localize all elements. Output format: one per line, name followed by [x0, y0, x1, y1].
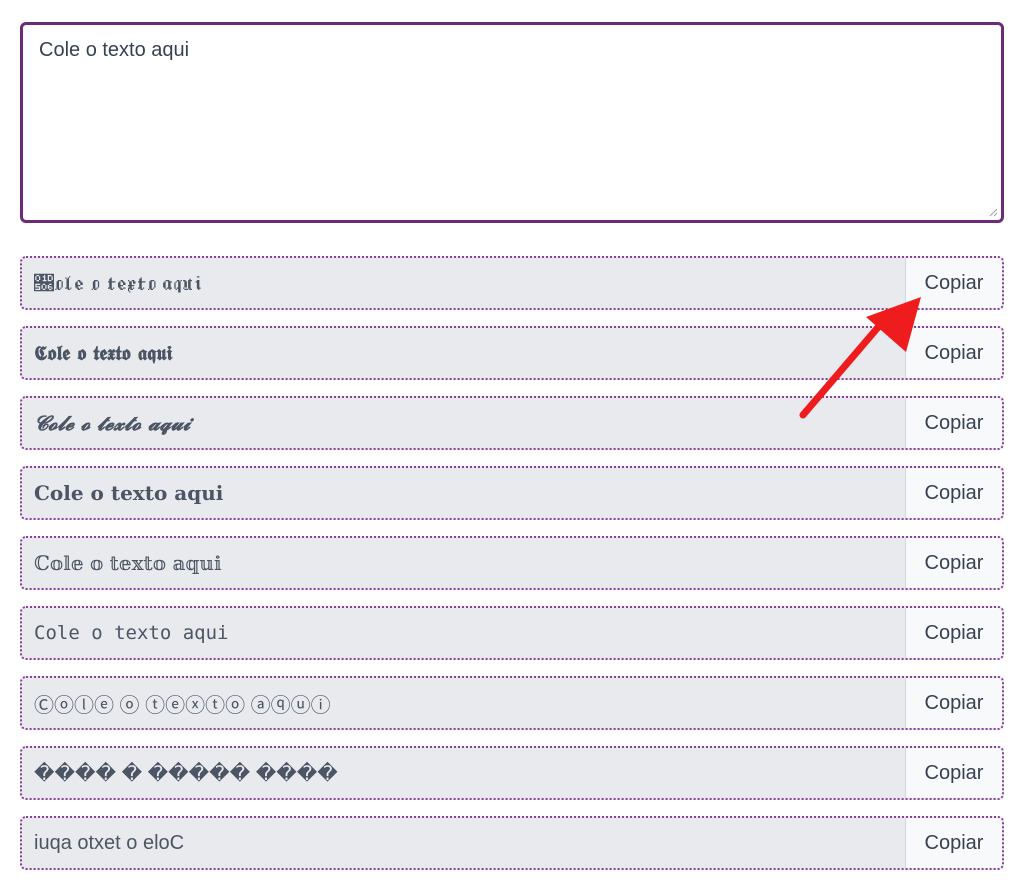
copy-button[interactable]: Copiar: [905, 678, 1002, 728]
result-text: ℂ𝕠𝕝𝕖 𝕠 𝕥𝕖𝕩𝕥𝕠 𝕒𝕢𝕦𝕚: [34, 551, 222, 575]
result-text: 𝓒𝓸𝓵𝓮 𝓸 𝓽𝓮𝔁𝓽𝓸 𝓪𝓺𝓾𝓲: [34, 411, 191, 435]
result-text: 𝙲𝚘𝚕𝚎 𝚘 𝚝𝚎𝚡𝚝𝚘 𝚊𝚚𝚞𝚒: [34, 622, 229, 644]
result-text: ���� � ����� ����: [34, 762, 338, 785]
copy-button[interactable]: Copiar: [905, 538, 1002, 588]
result-row: 𝔆𝔬𝔩𝔢 𝔬 𝔱𝔢𝔵𝔱𝔬 𝔞𝔮𝔲𝔦 Copiar: [20, 256, 1004, 310]
result-row: ���� � ����� ���� Copiar: [20, 746, 1004, 800]
result-text: 𝕮𝖔𝖑𝖊 𝖔 𝖙𝖊𝖝𝖙𝖔 𝖆𝖖𝖚𝖎: [34, 341, 173, 365]
result-row: 𝐂𝐨𝐥𝐞 𝐨 𝐭𝐞𝐱𝐭𝐨 𝐚𝐪𝐮𝐢 Copiar: [20, 466, 1004, 520]
result-row: 𝓒𝓸𝓵𝓮 𝓸 𝓽𝓮𝔁𝓽𝓸 𝓪𝓺𝓾𝓲 Copiar: [20, 396, 1004, 450]
text-input[interactable]: [23, 25, 1001, 220]
result-text: 𝐂𝐨𝐥𝐞 𝐨 𝐭𝐞𝐱𝐭𝐨 𝐚𝐪𝐮𝐢: [34, 481, 224, 505]
text-input-box[interactable]: [20, 22, 1004, 223]
result-row: 𝙲𝚘𝚕𝚎 𝚘 𝚝𝚎𝚡𝚝𝚘 𝚊𝚚𝚞𝚒 Copiar: [20, 606, 1004, 660]
resize-grip-icon[interactable]: [988, 207, 998, 217]
copy-button[interactable]: Copiar: [905, 398, 1002, 448]
result-row: Ⓒⓞⓛⓔ ⓞ ⓣⓔⓧⓣⓞ ⓐⓠⓤⓘ Copiar: [20, 676, 1004, 730]
copy-button[interactable]: Copiar: [905, 608, 1002, 658]
copy-button[interactable]: Copiar: [905, 818, 1002, 868]
copy-button[interactable]: Copiar: [905, 258, 1002, 308]
copy-button[interactable]: Copiar: [905, 328, 1002, 378]
result-text: iuqa otxet o eloC: [34, 831, 185, 854]
result-row: 𝕮𝖔𝖑𝖊 𝖔 𝖙𝖊𝖝𝖙𝖔 𝖆𝖖𝖚𝖎 Copiar: [20, 326, 1004, 380]
result-row: ℂ𝕠𝕝𝕖 𝕠 𝕥𝕖𝕩𝕥𝕠 𝕒𝕢𝕦𝕚 Copiar: [20, 536, 1004, 590]
result-text: 𝔆𝔬𝔩𝔢 𝔬 𝔱𝔢𝔵𝔱𝔬 𝔞𝔮𝔲𝔦: [34, 271, 204, 295]
result-row: iuqa otxet o eloC Copiar: [20, 816, 1004, 870]
result-text: Ⓒⓞⓛⓔ ⓞ ⓣⓔⓧⓣⓞ ⓐⓠⓤⓘ: [34, 694, 331, 717]
copy-button[interactable]: Copiar: [905, 468, 1002, 518]
copy-button[interactable]: Copiar: [905, 748, 1002, 798]
